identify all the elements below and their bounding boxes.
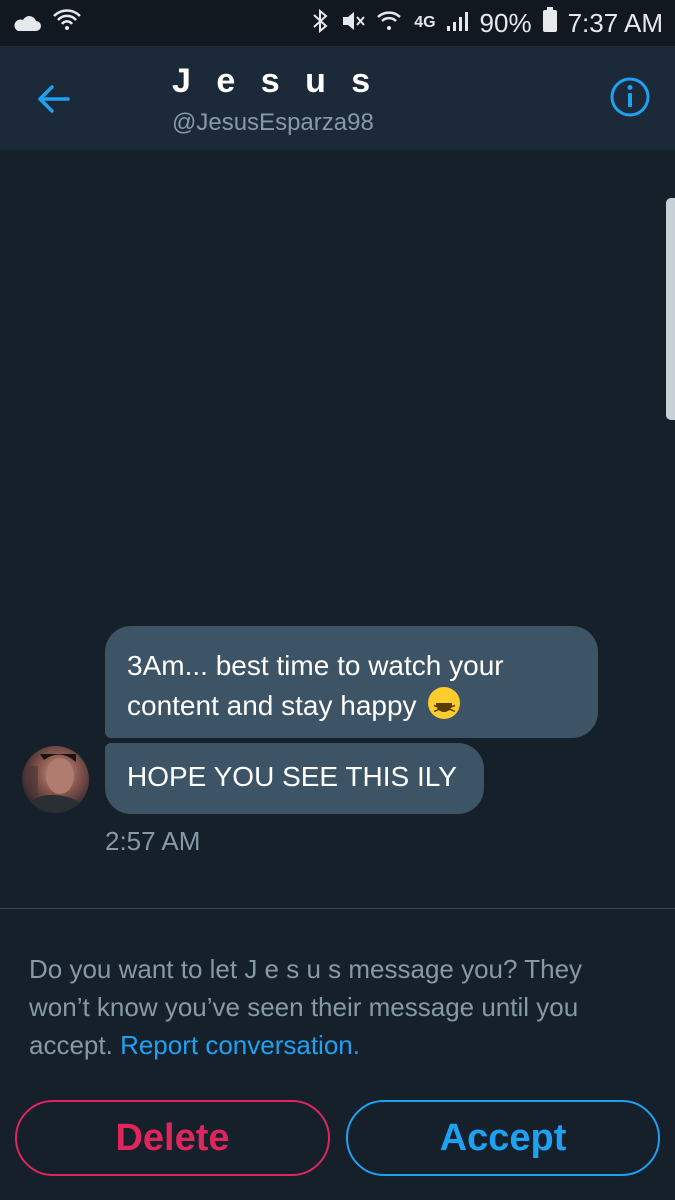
conversation-header: J e s u s @JesusEsparza98 [0,46,675,150]
network-type: 4G [414,14,436,31]
user-handle: @JesusEsparza98 [172,109,374,136]
delete-button[interactable]: Delete [15,1100,330,1176]
page-title: J e s u s [172,62,379,100]
message-bubble[interactable]: HOPE YOU SEE THIS ILY [105,743,484,814]
info-icon[interactable] [609,76,651,118]
battery-percent: 90% [479,7,532,38]
message-text: HOPE YOU SEE THIS ILY [127,761,457,792]
avatar[interactable] [22,746,89,813]
laughing-emoji-icon [428,687,461,728]
message-bubble[interactable]: 3Am... best time to watch your content a… [105,626,598,738]
header-title-group[interactable]: J e s u s @JesusEsparza98 [172,62,378,137]
report-conversation-link[interactable]: Report conversation. [120,1030,360,1060]
battery-icon [542,6,558,40]
message-request-prompt: Do you want to let J e s u s message you… [29,950,649,1064]
cloud-icon [12,8,42,39]
signal-icon [446,10,470,36]
status-bar: 4G 90% 7:37 AM [0,0,675,46]
bluetooth-icon [310,8,330,38]
message-timestamp: 2:57 AM [105,826,201,856]
wifi-icon [52,8,82,39]
scrollbar[interactable] [666,198,675,420]
accept-button[interactable]: Accept [346,1100,660,1176]
mute-icon [340,8,366,38]
arrow-left-icon[interactable] [30,76,76,122]
wifi-icon [376,9,404,37]
clock: 7:37 AM [567,7,663,38]
divider [0,908,675,909]
